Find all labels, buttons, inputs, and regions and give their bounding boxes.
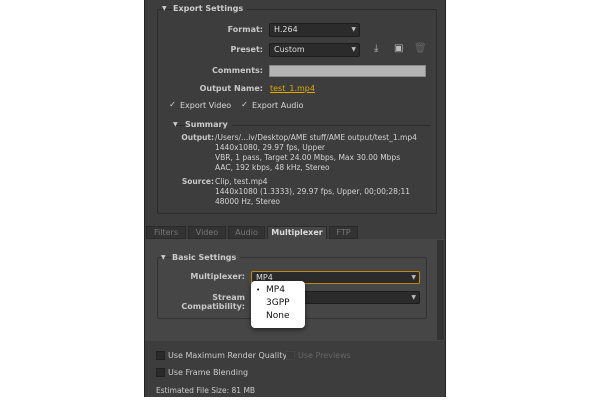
chevron-down-icon: ▼: [351, 46, 356, 53]
estimated-file-size-value: 81 MB: [231, 386, 256, 395]
summary-title: Summary: [185, 120, 232, 129]
output-name-label: Output Name:: [199, 84, 263, 93]
export-audio-checkbox[interactable]: ✓ Export Audio: [240, 100, 304, 111]
max-render-quality-label: Use Maximum Render Quality: [168, 351, 288, 360]
preset-label: Preset:: [230, 45, 263, 54]
basic-settings-title: Basic Settings: [172, 253, 241, 262]
checkmark-icon: ✓: [241, 100, 248, 109]
selected-dot-icon: •: [256, 286, 261, 294]
collapse-triangle-icon[interactable]: ▼: [161, 254, 166, 261]
summary-line: 1440x1080 (1.3333), 29.97 fps, Upper, 00…: [215, 187, 411, 196]
multiplexer-label: Multiplexer:: [190, 272, 245, 281]
export-video-label: Export Video: [180, 101, 232, 110]
estimated-file-size-label: Estimated File Size:: [156, 386, 230, 395]
summary-line: VBR, 1 pass, Target 24.00 Mbps, Max 30.0…: [215, 153, 401, 162]
tab-video[interactable]: Video: [188, 226, 226, 239]
summary-line: /Users/...iv/Desktop/AME stuff/AME outpu…: [215, 133, 417, 142]
output-summary: /Users/...iv/Desktop/AME stuff/AME outpu…: [215, 133, 417, 173]
export-settings-title: Export Settings: [173, 4, 248, 13]
summary-line: 1440x1080, 29.97 fps, Upper: [215, 143, 326, 152]
use-previews-label: Use Previews: [298, 351, 351, 360]
max-render-quality-checkbox[interactable]: Use Maximum Render Quality: [156, 351, 287, 360]
checkbox-icon: [286, 351, 295, 360]
export-video-checkbox[interactable]: ✓ Export Video: [168, 100, 232, 111]
summary-line: AAC, 192 kbps, 48 kHz, Stereo: [215, 163, 330, 172]
comments-label: Comments:: [212, 66, 263, 75]
output-name-link[interactable]: test_1.mp4: [270, 84, 315, 93]
use-previews-checkbox[interactable]: Use Previews: [286, 351, 351, 360]
import-preset-icon[interactable]: ▣: [394, 43, 403, 54]
estimated-file-size: Estimated File Size: 81 MB: [156, 386, 255, 395]
multiplexer-options-menu: • MP4 3GPP None: [251, 281, 305, 328]
preset-dropdown[interactable]: Custom ▼: [269, 43, 360, 57]
format-value: H.264: [274, 25, 298, 34]
checkbox-icon: [156, 351, 165, 360]
menu-item-label: MP4: [266, 285, 285, 295]
frame-blending-checkbox[interactable]: Use Frame Blending: [156, 368, 248, 377]
stream-compatibility-label: Stream Compatibility:: [181, 293, 245, 311]
collapse-triangle-icon[interactable]: ▼: [173, 121, 178, 128]
tab-ftp[interactable]: FTP: [329, 226, 358, 239]
menu-item-mp4[interactable]: • MP4: [251, 284, 305, 297]
delete-preset-icon[interactable]: 🗑: [414, 43, 427, 54]
checkbox-icon: [156, 368, 165, 377]
chevron-down-icon: ▼: [411, 294, 416, 301]
format-label: Format:: [227, 25, 263, 34]
menu-item-3gpp[interactable]: 3GPP: [251, 297, 305, 310]
save-preset-icon[interactable]: ⤓: [374, 43, 378, 54]
output-summary-label: Output:: [181, 133, 214, 142]
tab-filters[interactable]: Filters: [146, 226, 186, 239]
scrollbar[interactable]: [437, 240, 444, 340]
summary-line: 48000 Hz, Stereo: [215, 197, 281, 206]
collapse-triangle-icon[interactable]: ▼: [162, 5, 167, 12]
preset-value: Custom: [274, 45, 305, 54]
source-summary: Clip, test.mp4 1440x1080 (1.3333), 29.97…: [215, 177, 410, 207]
format-dropdown[interactable]: H.264 ▼: [269, 23, 360, 37]
export-audio-label: Export Audio: [252, 101, 304, 110]
comments-input[interactable]: [269, 65, 426, 77]
menu-item-none[interactable]: None: [251, 310, 305, 323]
source-summary-label: Source:: [181, 177, 214, 186]
chevron-down-icon: ▼: [351, 26, 356, 33]
summary-line: Clip, test.mp4: [215, 177, 268, 186]
tab-audio[interactable]: Audio: [228, 226, 265, 239]
tab-multiplexer[interactable]: Multiplexer: [267, 226, 327, 239]
chevron-down-icon: ▼: [411, 274, 416, 281]
checkmark-icon: ✓: [169, 100, 176, 109]
frame-blending-label: Use Frame Blending: [168, 368, 249, 377]
